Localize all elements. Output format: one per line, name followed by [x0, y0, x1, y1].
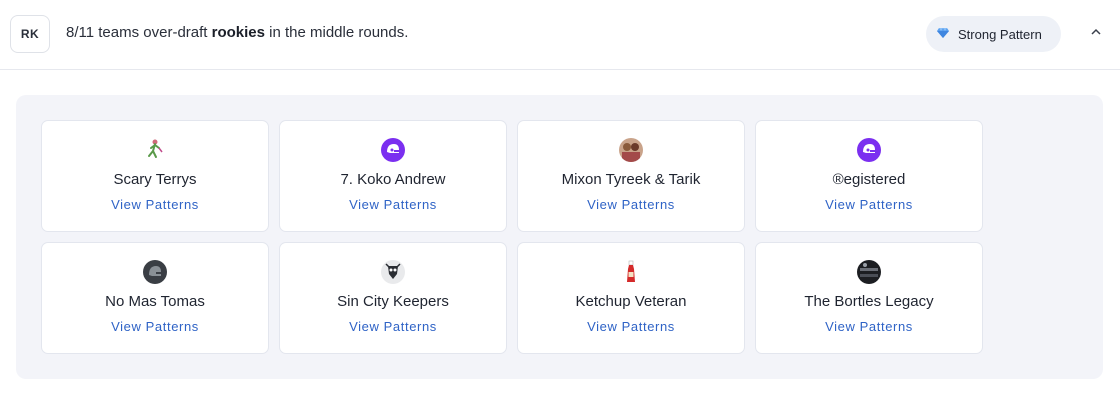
- team-card[interactable]: Scary Terrys View Patterns: [41, 120, 269, 232]
- dark-photo-avatar: [857, 260, 881, 284]
- collapse-button[interactable]: [1084, 22, 1108, 46]
- strong-pattern-badge[interactable]: Strong Pattern: [926, 16, 1061, 52]
- chevron-up-icon: [1090, 25, 1102, 43]
- view-patterns-link[interactable]: View Patterns: [587, 197, 675, 212]
- summary-prefix: 8/11 teams over-draft: [66, 24, 212, 41]
- gray-helmet-avatar: [143, 260, 167, 284]
- team-card[interactable]: Mixon Tyreek & Tarik View Patterns: [517, 120, 745, 232]
- team-name: No Mas Tomas: [105, 293, 205, 310]
- team-name: Scary Terrys: [113, 171, 197, 188]
- team-card[interactable]: The Bortles Legacy View Patterns: [755, 242, 983, 354]
- summary-highlight: rookies: [211, 24, 265, 41]
- view-patterns-link[interactable]: View Patterns: [111, 197, 199, 212]
- team-name: 7. Koko Andrew: [340, 171, 446, 188]
- purple-helmet-avatar: [857, 138, 881, 162]
- view-patterns-link[interactable]: View Patterns: [349, 197, 437, 212]
- strong-pattern-label: Strong Pattern: [958, 26, 1042, 42]
- ketchup-bottle-avatar: [619, 260, 643, 284]
- team-card[interactable]: ®egistered View Patterns: [755, 120, 983, 232]
- team-card[interactable]: Ketchup Veteran View Patterns: [517, 242, 745, 354]
- team-card[interactable]: No Mas Tomas View Patterns: [41, 242, 269, 354]
- teams-panel: Scary Terrys View Patterns 7. Koko Andre…: [16, 95, 1103, 379]
- pattern-header: RK 8/11 teams over-draft rookies in the …: [0, 0, 1120, 70]
- team-card[interactable]: Sin City Keepers View Patterns: [279, 242, 507, 354]
- player-figure-avatar: [143, 138, 167, 162]
- team-name: Mixon Tyreek & Tarik: [561, 171, 701, 188]
- view-patterns-link[interactable]: View Patterns: [825, 197, 913, 212]
- diamond-icon: [936, 26, 950, 43]
- summary-suffix: in the middle rounds.: [264, 24, 409, 41]
- team-name: ®egistered: [832, 171, 906, 188]
- view-patterns-link[interactable]: View Patterns: [111, 319, 199, 334]
- team-name: Sin City Keepers: [337, 293, 449, 310]
- purple-helmet-avatar: [381, 138, 405, 162]
- view-patterns-link[interactable]: View Patterns: [587, 319, 675, 334]
- team-card[interactable]: 7. Koko Andrew View Patterns: [279, 120, 507, 232]
- team-name: The Bortles Legacy: [804, 293, 934, 310]
- position-badge: RK: [10, 15, 50, 53]
- pattern-summary: 8/11 teams over-draft rookies in the mid…: [66, 24, 408, 41]
- view-patterns-link[interactable]: View Patterns: [825, 319, 913, 334]
- team-name: Ketchup Veteran: [575, 293, 687, 310]
- view-patterns-link[interactable]: View Patterns: [349, 319, 437, 334]
- players-photo-avatar: [619, 138, 643, 162]
- skull-logo-avatar: [381, 260, 405, 284]
